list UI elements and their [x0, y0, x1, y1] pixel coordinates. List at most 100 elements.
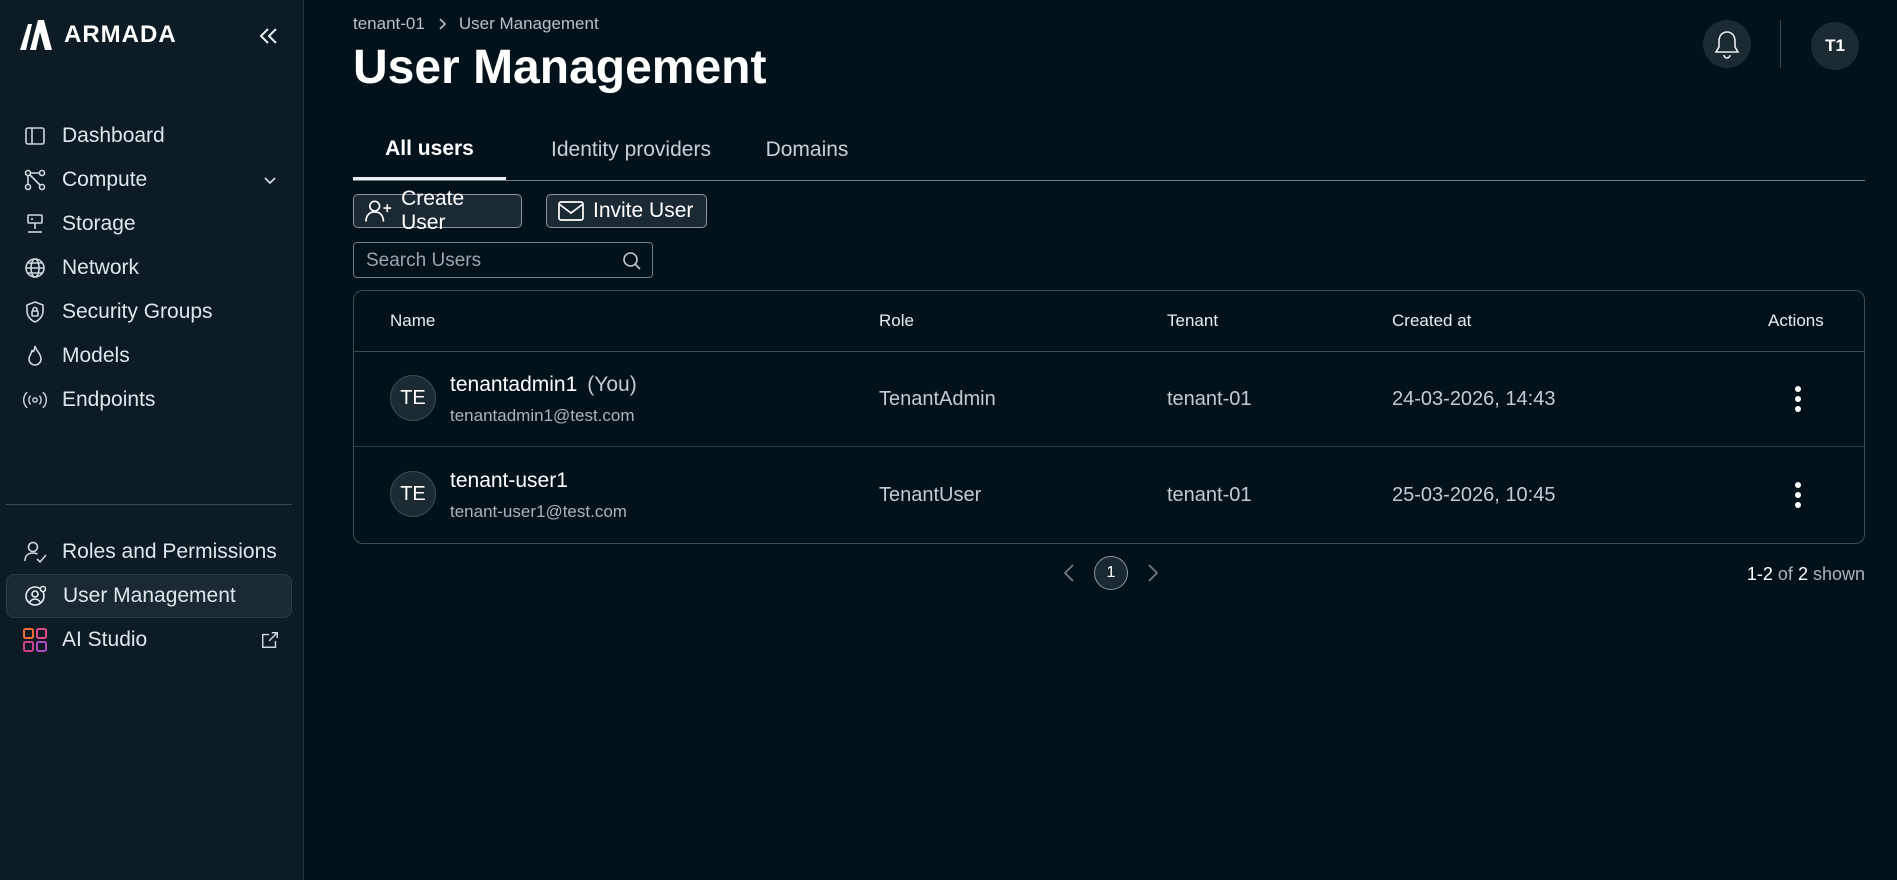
sidebar-item-user-management[interactable]: User Management — [6, 574, 292, 618]
sidebar-item-compute[interactable]: Compute — [6, 158, 292, 202]
table-row[interactable]: TE tenant-user1 tenant-user1@test.com Te… — [354, 447, 1864, 543]
user-tenant: tenant-01 — [1167, 388, 1252, 410]
breadcrumb-current: User Management — [458, 14, 599, 33]
user-role: TenantUser — [879, 484, 982, 506]
breadcrumb-parent-link[interactable]: tenant-01 — [353, 14, 425, 34]
tab-identity-providers[interactable]: Identity providers — [533, 120, 729, 180]
user-avatar: TE — [390, 375, 436, 421]
users-table: Name Role Tenant Created at Actions TE t… — [353, 290, 1865, 544]
results-count: 1-2 of 2 shown — [1747, 564, 1865, 585]
user-avatar-button[interactable]: T1 — [1811, 22, 1859, 70]
notifications-button[interactable] — [1703, 20, 1751, 68]
table-header: Name Role Tenant Created at Actions — [354, 291, 1864, 352]
more-vertical-icon — [1795, 386, 1801, 412]
user-tenant: tenant-01 — [1167, 484, 1252, 506]
sidebar-nav: Dashboard Compute Storage Network Securi… — [6, 114, 292, 422]
row-actions-button[interactable] — [1780, 477, 1816, 513]
sidebar-item-dashboard[interactable]: Dashboard — [6, 114, 292, 158]
sidebar-item-label: Endpoints — [62, 388, 156, 411]
sidebar-divider — [6, 504, 292, 505]
invite-user-label: Invite User — [593, 199, 694, 222]
sidebar-admin-nav: Roles and Permissions User Management AI… — [6, 530, 292, 662]
search-users-field — [353, 242, 653, 279]
create-user-label: Create User — [401, 187, 465, 234]
results-total: 2 — [1797, 564, 1808, 584]
tabs: All users Identity providers Domains — [353, 120, 1865, 181]
sidebar-item-label: Security Groups — [62, 300, 213, 323]
user-check-icon — [22, 539, 48, 565]
chevron-right-icon — [439, 18, 446, 30]
armada-logo-icon — [20, 20, 52, 50]
user-created-at: 24-03-2026, 14:43 — [1392, 388, 1556, 410]
collapse-sidebar-button[interactable] — [254, 22, 282, 50]
sidebar-item-roles-and-permissions[interactable]: Roles and Permissions — [6, 530, 292, 574]
sidebar-item-label: Dashboard — [62, 124, 165, 147]
user-role: TenantAdmin — [879, 388, 996, 410]
user-plus-icon — [365, 200, 392, 222]
create-user-button[interactable]: Create User — [353, 187, 522, 234]
sidebar-item-label: AI Studio — [62, 628, 148, 651]
sidebar: ARMADA Dashboard Compute Storage Network… — [0, 0, 304, 880]
results-range: 1-2 — [1746, 564, 1773, 584]
sidebar-item-network[interactable]: Network — [6, 246, 292, 290]
user-avatar: TE — [390, 471, 436, 517]
user-gear-icon — [23, 583, 49, 609]
flame-icon — [22, 343, 48, 369]
invite-user-button[interactable]: Invite User — [546, 194, 707, 228]
grid-icon — [22, 627, 48, 653]
globe-icon — [22, 255, 48, 281]
results-shown-label: shown — [1812, 564, 1865, 584]
page-number-button[interactable]: 1 — [1094, 556, 1128, 590]
sidebar-item-label: Models — [62, 344, 130, 367]
column-header-actions: Actions — [1768, 311, 1824, 330]
column-header-role: Role — [879, 311, 914, 330]
you-indicator: (You) — [587, 373, 637, 396]
row-actions-button[interactable] — [1780, 381, 1816, 417]
logo[interactable]: ARMADA — [18, 18, 177, 52]
sidebar-item-models[interactable]: Models — [6, 334, 292, 378]
results-of-label: of — [1777, 564, 1793, 584]
more-vertical-icon — [1795, 482, 1801, 508]
user-email: tenant-user1@test.com — [450, 502, 627, 521]
dashboard-icon — [22, 123, 48, 149]
chevron-right-icon — [1148, 564, 1159, 582]
sidebar-item-label: Roles and Permissions — [62, 540, 277, 563]
bell-icon — [1714, 31, 1740, 59]
compute-icon — [22, 167, 48, 193]
chevron-left-icon — [1063, 564, 1074, 582]
sidebar-item-label: Network — [62, 256, 140, 279]
sidebar-item-label: Compute — [62, 168, 148, 191]
column-header-tenant: Tenant — [1167, 311, 1219, 330]
table-row[interactable]: TE tenantadmin1 (You) tenantadmin1@test.c… — [354, 351, 1864, 447]
sidebar-item-ai-studio[interactable]: AI Studio — [6, 618, 292, 662]
broadcast-icon — [22, 387, 48, 413]
chevron-down-icon[interactable] — [260, 170, 280, 190]
sidebar-item-endpoints[interactable]: Endpoints — [6, 378, 292, 422]
search-icon[interactable] — [622, 251, 642, 271]
storage-icon — [22, 211, 48, 237]
user-name-text: tenantadmin1 — [450, 373, 578, 396]
shield-icon — [22, 299, 48, 325]
page-title: User Management — [353, 41, 767, 94]
tab-all-users[interactable]: All users — [353, 120, 506, 180]
user-name: tenant-user1 — [450, 469, 568, 492]
sidebar-item-label: Storage — [62, 212, 136, 235]
user-email: tenantadmin1@test.com — [450, 406, 635, 425]
sidebar-item-storage[interactable]: Storage — [6, 202, 292, 246]
mail-icon — [558, 201, 584, 221]
sidebar-item-security-groups[interactable]: Security Groups — [6, 290, 292, 334]
tab-domains[interactable]: Domains — [757, 120, 857, 180]
search-users-input[interactable] — [354, 243, 618, 279]
column-header-name: Name — [390, 311, 436, 330]
external-link-icon — [260, 630, 280, 650]
double-chevron-left-icon — [259, 28, 277, 44]
next-page-button[interactable] — [1142, 562, 1164, 584]
user-name: tenantadmin1 (You) — [450, 373, 637, 397]
app-name: ARMADA — [64, 21, 177, 48]
user-created-at: 25-03-2026, 10:45 — [1392, 484, 1556, 506]
column-header-created-at: Created at — [1392, 311, 1472, 330]
pagination: 1 — [1058, 556, 1164, 590]
breadcrumb: tenant-01 User Management — [353, 14, 599, 34]
sidebar-item-label: User Management — [63, 584, 236, 607]
previous-page-button[interactable] — [1058, 562, 1080, 584]
